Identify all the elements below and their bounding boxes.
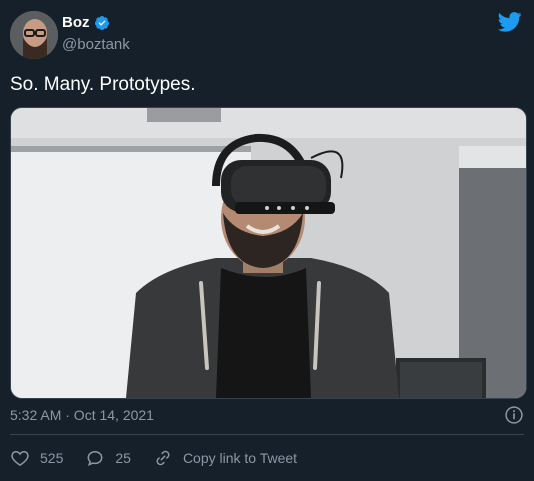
tweet-card: Boz @boztank So. Many. Prototypes. 5:32 … xyxy=(0,0,534,481)
tweet-photo[interactable] xyxy=(10,107,527,399)
copy-link-button[interactable]: Copy link to Tweet xyxy=(153,448,297,468)
copy-link-label: Copy link to Tweet xyxy=(182,450,298,466)
reply-button[interactable]: 25 xyxy=(85,448,131,468)
actions-divider xyxy=(10,434,524,435)
twitter-bird-icon[interactable] xyxy=(498,12,522,32)
author-handle[interactable]: @boztank xyxy=(62,36,130,53)
reply-count: 25 xyxy=(115,450,131,466)
author-name[interactable]: Boz xyxy=(62,14,110,31)
like-button[interactable]: 525 xyxy=(10,448,63,468)
like-count: 525 xyxy=(40,450,64,466)
tweet-timestamp[interactable]: 5:32 AM · Oct 14, 2021 xyxy=(10,407,154,423)
tweet-text: So. Many. Prototypes. xyxy=(10,74,196,95)
author-avatar[interactable] xyxy=(10,11,58,59)
verified-badge-icon xyxy=(94,15,109,30)
author-name-text: Boz xyxy=(62,14,90,31)
reply-bubble-icon xyxy=(87,450,103,467)
link-icon xyxy=(156,450,170,466)
heart-icon xyxy=(11,450,29,466)
info-icon[interactable] xyxy=(504,405,524,425)
tweet-actions: 525 25 Copy link to Tweet xyxy=(10,448,319,468)
